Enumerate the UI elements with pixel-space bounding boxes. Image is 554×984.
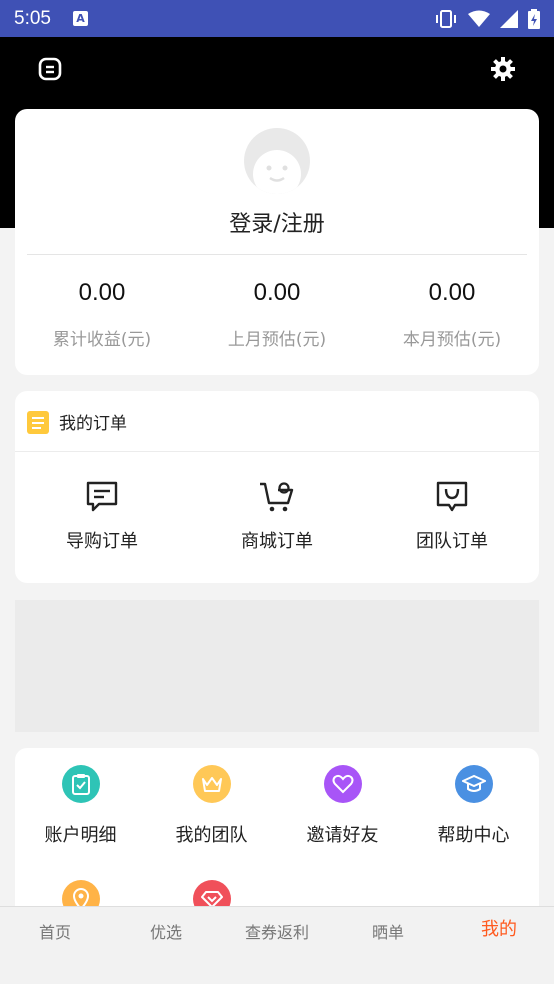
stat-this-month[interactable]: 0.00 本月预估(元) — [365, 279, 539, 350]
tool-account-details[interactable]: 账户明细 — [15, 765, 146, 847]
stat-last-month[interactable]: 0.00 上月预估(元) — [190, 279, 364, 350]
tool-label: 邀请好友 — [306, 825, 379, 846]
tool-invite-friends[interactable]: 邀请好友 — [277, 765, 408, 847]
orders-card: 我的订单 导购订单 商城订单 团队订单 — [15, 391, 539, 583]
stat-value: 0.00 — [253, 279, 301, 306]
orders-divider — [15, 451, 539, 452]
vibrate-icon — [436, 9, 456, 28]
chat-list-icon — [86, 481, 118, 512]
orders-title: 我的订单 — [59, 414, 127, 434]
order-label: 导购订单 — [66, 531, 138, 552]
message-icon[interactable] — [38, 57, 62, 81]
wifi-icon — [468, 10, 490, 27]
stat-label: 本月预估(元) — [402, 330, 502, 350]
tab-home[interactable]: 首页 — [0, 919, 110, 943]
stat-value: 0.00 — [78, 279, 126, 306]
order-label: 商城订单 — [241, 531, 313, 552]
tool-help-center[interactable]: 帮助中心 — [408, 765, 539, 847]
crown-icon — [192, 765, 231, 803]
settings-gear-icon[interactable] — [491, 57, 515, 81]
stat-value: 0.00 — [428, 279, 476, 306]
order-guide-button[interactable]: 导购订单 — [15, 479, 189, 553]
order-label: 团队订单 — [416, 531, 488, 552]
tab-coupon-rebate[interactable]: 查券返利 — [222, 919, 332, 943]
banner-area[interactable] — [15, 600, 539, 732]
bottom-tab-bar: 首页 优选 查券返利 晒单 我的 — [0, 906, 554, 984]
tool-my-team[interactable]: 我的团队 — [146, 765, 277, 847]
graduation-icon — [454, 765, 493, 803]
tool-label: 账户明细 — [44, 825, 117, 846]
profile-card: 登录/注册 0.00 累计收益(元) 0.00 上月预估(元) 0.00 本月预… — [15, 109, 539, 375]
cart-icon — [260, 482, 294, 512]
signal-icon — [500, 9, 518, 28]
avatar[interactable] — [244, 128, 310, 194]
profile-divider — [27, 254, 527, 255]
stat-label: 上月预估(元) — [227, 330, 327, 350]
login-register-link[interactable]: 登录/注册 — [15, 206, 539, 238]
stat-total-earnings[interactable]: 0.00 累计收益(元) — [15, 279, 189, 350]
status-bar: 5:05 A — [0, 0, 554, 37]
tool-label: 帮助中心 — [437, 825, 510, 846]
notification-a-icon: A — [72, 11, 88, 26]
status-icons — [434, 8, 540, 29]
notepad-icon — [27, 410, 49, 434]
tab-share-orders[interactable]: 晒单 — [333, 919, 443, 943]
heart-icon — [323, 765, 362, 803]
default-avatar-icon — [253, 150, 301, 194]
stat-label: 累计收益(元) — [52, 330, 152, 350]
order-mall-button[interactable]: 商城订单 — [190, 479, 364, 553]
tab-mine[interactable]: 我的 — [444, 915, 554, 941]
tab-selected[interactable]: 优选 — [111, 919, 221, 943]
order-team-button[interactable]: 团队订单 — [365, 479, 539, 553]
status-time: 5:05 — [14, 7, 51, 29]
orders-header[interactable]: 我的订单 — [27, 409, 127, 434]
battery-icon — [528, 8, 540, 29]
bag-icon — [436, 481, 468, 512]
tool-label: 我的团队 — [175, 825, 248, 846]
clipboard-icon — [61, 765, 100, 803]
